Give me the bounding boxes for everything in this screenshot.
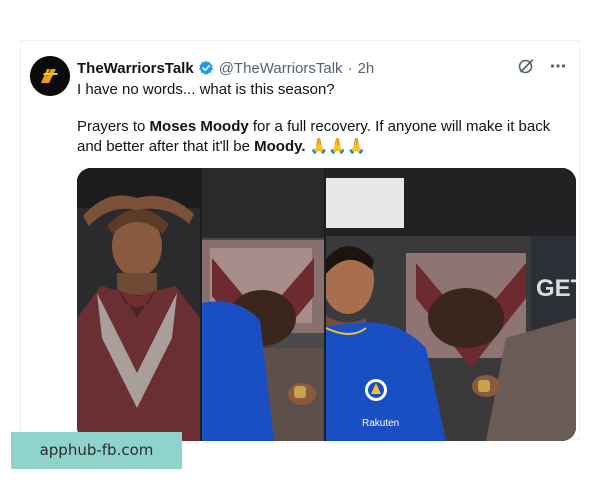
tweet-media[interactable]: GET Rakuten xyxy=(77,168,576,441)
tweet-header: TheWarriorsTalk @TheWarriorsTalk · 2h xyxy=(77,57,567,79)
handle[interactable]: @TheWarriorsTalk xyxy=(219,60,343,77)
avatar[interactable] xyxy=(30,56,70,96)
tweet-text-line1: I have no words... what is this season? xyxy=(77,81,335,98)
jersey-sponsor: Rakuten xyxy=(362,418,399,429)
tweet-text-line2: Prayers to Moses Moody for a full recove… xyxy=(77,117,569,157)
text-moody: Moody. xyxy=(254,138,306,155)
prayer-hands-emoji: 🙏🙏🙏 xyxy=(305,138,366,155)
more-options-icon[interactable] xyxy=(549,57,567,75)
timestamp[interactable]: 2h xyxy=(358,60,375,77)
photo-hunched-figure xyxy=(202,168,324,441)
media-panel-2 xyxy=(202,168,324,441)
warriors-logo-icon xyxy=(30,56,70,96)
grok-icon[interactable] xyxy=(517,57,535,75)
sign-text: GET xyxy=(536,275,576,302)
photo-player-blue-jersey: GET Rakuten xyxy=(326,168,576,441)
tweet-card[interactable]: TheWarriorsTalk @TheWarriorsTalk · 2h I … xyxy=(20,40,580,441)
tweet-actions xyxy=(517,57,567,75)
watermark: apphub-fb.com xyxy=(11,432,182,469)
photo-player-hands-on-head xyxy=(77,168,200,441)
separator-dot: · xyxy=(347,59,353,77)
display-name[interactable]: TheWarriorsTalk xyxy=(77,60,194,77)
media-panel-1 xyxy=(77,168,200,441)
text-moses-moody: Moses Moody xyxy=(149,118,249,135)
verified-badge-icon xyxy=(198,60,214,76)
media-panel-3: GET Rakuten xyxy=(326,168,576,441)
text-prayers: Prayers to xyxy=(77,118,150,135)
